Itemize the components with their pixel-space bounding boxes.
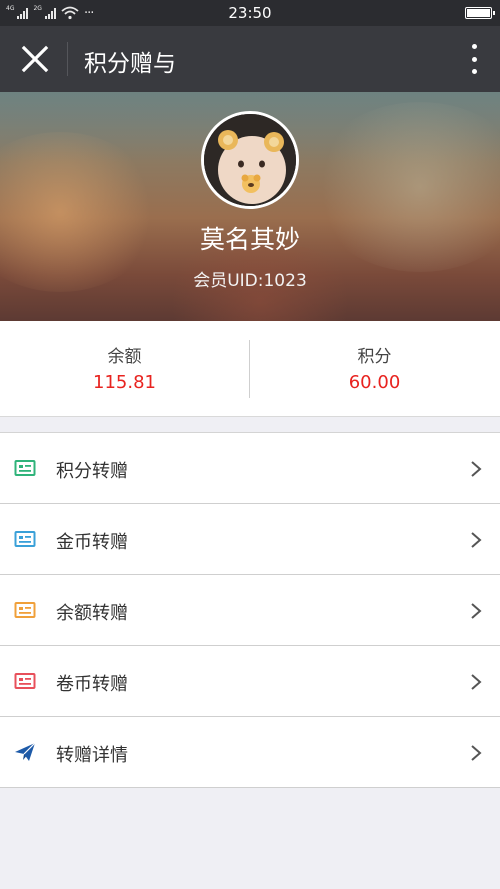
status-time: 23:50	[228, 4, 272, 22]
balance-value: 115.81	[93, 372, 156, 393]
chevron-right-icon	[471, 603, 482, 619]
member-uid: 会员UID:1023	[193, 271, 307, 291]
profile-header: 莫名其妙 会员UID:1023	[0, 92, 500, 321]
card-icon	[14, 531, 36, 547]
points-value: 60.00	[348, 372, 401, 393]
more-dot	[471, 56, 477, 62]
battery-icon	[465, 7, 495, 19]
points-label: 积分	[357, 347, 392, 367]
more-dot	[471, 69, 477, 74]
transfer-menu: 积分转赠 金币转赠 余额转赠 卷币转赠 转赠详情	[0, 432, 500, 788]
close-icon	[21, 45, 49, 73]
menu-item-voucher-transfer[interactable]: 卷币转赠	[0, 646, 500, 717]
menu-item-label: 金币转赠	[56, 532, 128, 553]
chevron-right-icon	[471, 674, 482, 690]
more-menu-button[interactable]	[466, 40, 482, 78]
menu-item-coin-transfer[interactable]: 金币转赠	[0, 504, 500, 575]
more-dot	[471, 44, 477, 49]
balance-label: 余额	[107, 347, 142, 367]
menu-item-label: 积分转赠	[56, 461, 128, 482]
menu-item-label: 卷币转赠	[56, 674, 128, 695]
status-bar: 4G 2G ··· 23:50	[0, 0, 500, 26]
menu-item-transfer-details[interactable]: 转赠详情	[0, 717, 500, 788]
chevron-right-icon	[471, 461, 482, 477]
user-nickname: 莫名其妙	[199, 225, 300, 254]
page-title: 积分赠与	[84, 51, 176, 77]
chevron-right-icon	[471, 532, 482, 548]
balance-stat[interactable]: 余额 115.81	[0, 321, 249, 417]
paper-plane-icon	[15, 742, 36, 761]
card-icon	[14, 460, 36, 476]
app-bar-divider	[67, 42, 68, 76]
close-button[interactable]	[14, 38, 56, 80]
chevron-right-icon	[471, 745, 482, 761]
points-stat[interactable]: 积分 60.00	[250, 321, 499, 417]
menu-item-label: 转赠详情	[56, 745, 128, 766]
card-icon	[14, 602, 36, 618]
account-stats: 余额 115.81 积分 60.00	[0, 321, 500, 417]
card-icon	[14, 673, 36, 689]
avatar[interactable]	[201, 111, 299, 209]
avatar-photo	[204, 114, 296, 206]
menu-item-label: 余额转赠	[56, 603, 128, 624]
menu-item-balance-transfer[interactable]: 余额转赠	[0, 575, 500, 646]
app-bar: 积分赠与	[0, 26, 500, 92]
menu-item-points-transfer[interactable]: 积分转赠	[0, 433, 500, 504]
